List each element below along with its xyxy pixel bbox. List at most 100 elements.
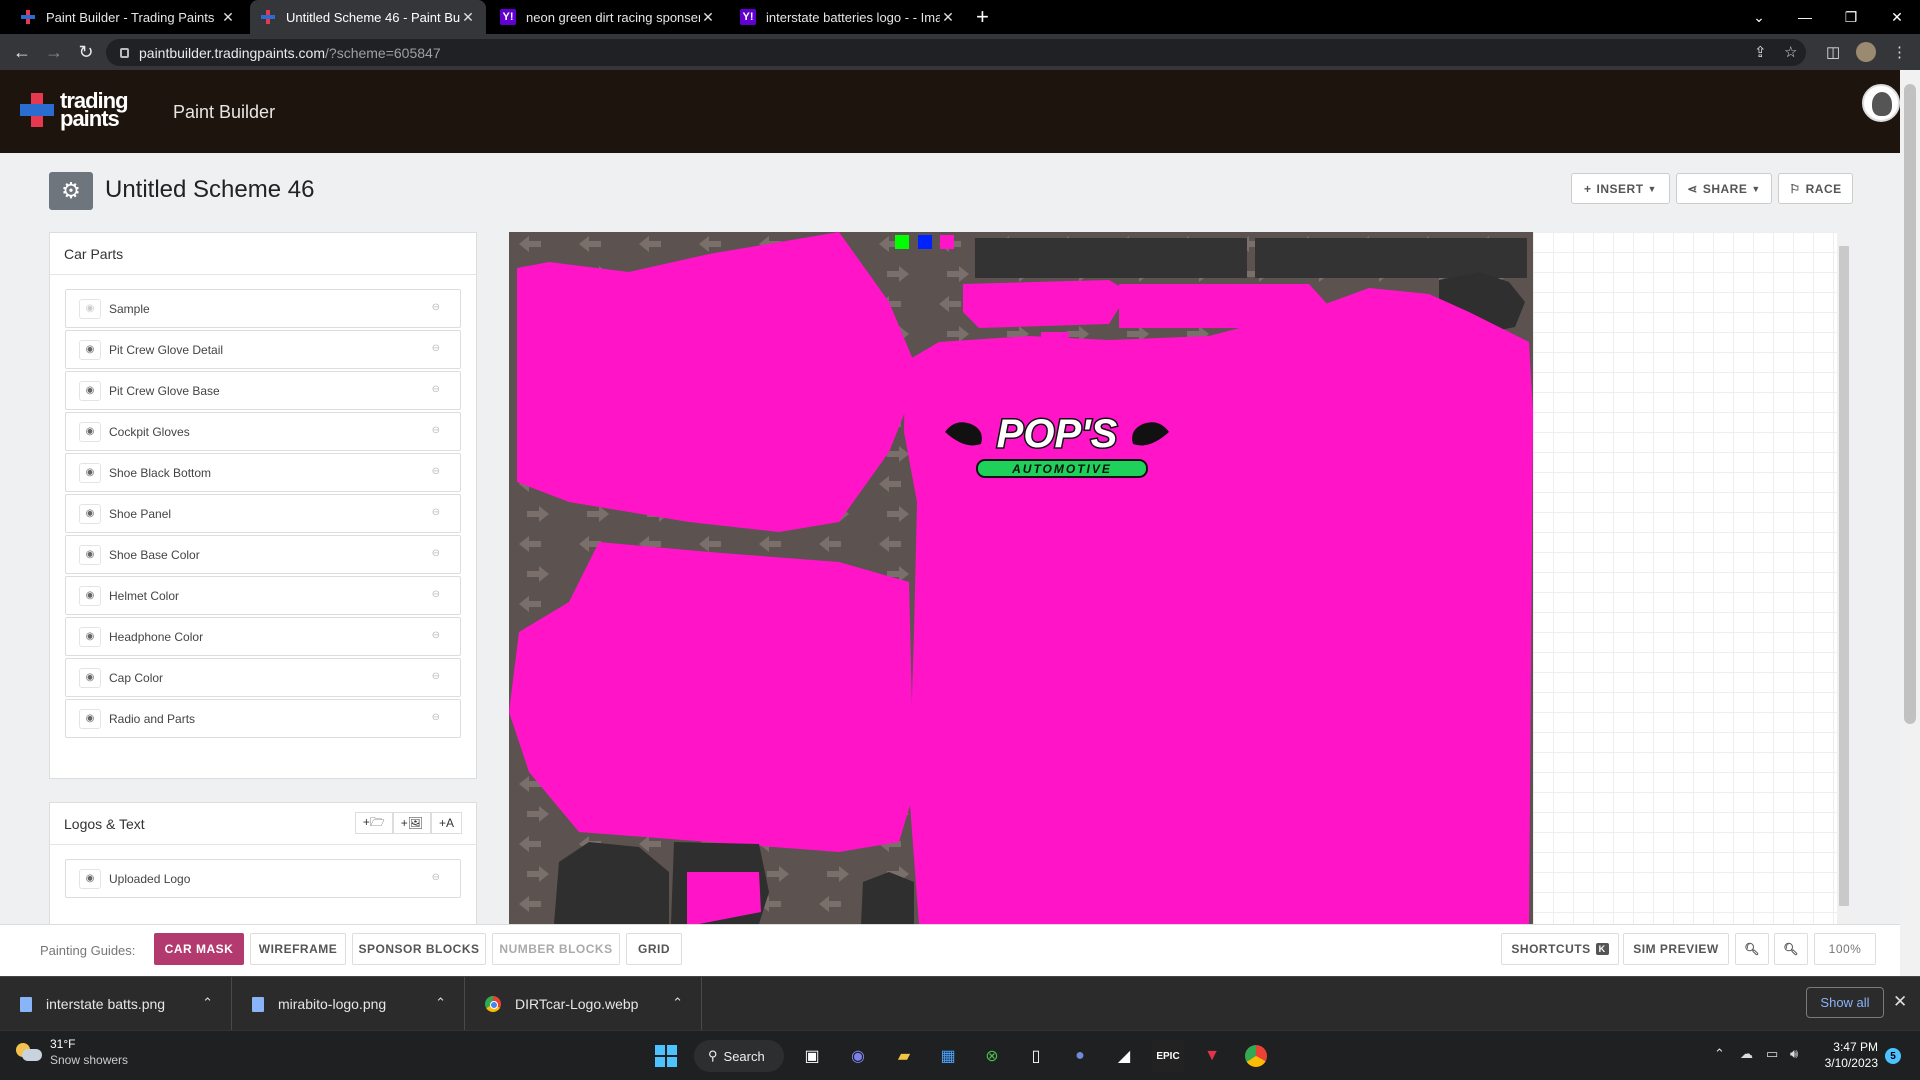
layer-item[interactable]: ◉ Cap Color ⊖ xyxy=(65,658,461,697)
app-icon[interactable]: ◢ xyxy=(1108,1040,1140,1072)
lock-icon[interactable]: ⊖ xyxy=(432,589,440,600)
file-explorer-icon[interactable]: ▰ xyxy=(888,1040,920,1072)
lock-icon[interactable]: ⊖ xyxy=(432,872,440,883)
guide-car-mask-button[interactable]: CAR MASK xyxy=(154,933,244,965)
lock-icon[interactable]: ⊖ xyxy=(432,425,440,436)
iracing-icon[interactable]: ▼ xyxy=(1196,1040,1228,1072)
browser-menu-icon[interactable]: ⋮ xyxy=(1892,43,1907,61)
notification-badge[interactable]: 5 xyxy=(1885,1048,1901,1064)
reload-icon[interactable]: ↻ xyxy=(74,40,98,64)
profile-avatar[interactable] xyxy=(1856,42,1876,62)
user-avatar[interactable] xyxy=(1862,84,1900,122)
layer-item[interactable]: ◉ Helmet Color ⊖ xyxy=(65,576,461,615)
car-template-canvas[interactable]: POP'S AUTOMOTIVE xyxy=(509,232,1533,924)
lock-icon[interactable]: ⊖ xyxy=(432,466,440,477)
layer-item[interactable]: ◉ Pit Crew Glove Detail ⊖ xyxy=(65,330,461,369)
system-clock[interactable]: 3:47 PM 3/10/2023 xyxy=(1822,1039,1878,1071)
lock-icon[interactable]: ⊖ xyxy=(432,302,440,313)
lock-icon[interactable]: ⊖ xyxy=(432,630,440,641)
guide-wireframe-button[interactable]: WIREFRAME xyxy=(250,933,346,965)
download-item[interactable]: interstate batts.png ⌃ xyxy=(0,977,232,1031)
eye-visibility-icon[interactable]: ◉ xyxy=(79,503,101,524)
lock-icon[interactable]: ⊖ xyxy=(432,712,440,723)
guide-number-blocks-button[interactable]: NUMBER BLOCKS xyxy=(492,933,620,965)
onedrive-cloud-icon[interactable]: ☁ xyxy=(1740,1046,1753,1062)
close-downloads-icon[interactable]: ✕ xyxy=(1893,992,1907,1012)
eye-visibility-icon[interactable]: ◉ xyxy=(79,380,101,401)
browser-tab-paint-builder[interactable]: Paint Builder - Trading Paints ✕ xyxy=(10,0,246,34)
lock-icon[interactable]: ⊖ xyxy=(432,384,440,395)
download-item[interactable]: mirabito-logo.png ⌃ xyxy=(232,977,465,1031)
scheme-settings-button[interactable]: ⚙ xyxy=(49,172,93,210)
eye-visibility-icon[interactable]: ◉ xyxy=(79,339,101,360)
layer-item[interactable]: ◉ Shoe Black Bottom ⊖ xyxy=(65,453,461,492)
tray-overflow-chevron-icon[interactable]: ⌃ xyxy=(1714,1046,1725,1062)
close-tab-icon[interactable]: ✕ xyxy=(220,9,236,26)
lock-icon[interactable]: ⊖ xyxy=(432,548,440,559)
browser-tab-untitled-scheme[interactable]: Untitled Scheme 46 - Paint Builder ✕ xyxy=(250,0,486,34)
lock-icon[interactable]: ⊖ xyxy=(432,671,440,682)
add-image-button[interactable]: +🖼 xyxy=(392,812,431,834)
lock-icon[interactable]: ⊖ xyxy=(432,343,440,354)
close-tab-icon[interactable]: ✕ xyxy=(940,9,956,26)
paint-canvas[interactable]: POP'S AUTOMOTIVE xyxy=(509,232,1851,924)
layer-item[interactable]: ◉ Radio and Parts ⊖ xyxy=(65,699,461,738)
eye-visibility-icon[interactable]: ◉ xyxy=(79,667,101,688)
eye-visibility-icon[interactable]: ◉ xyxy=(79,708,101,729)
canvas-scrollbar[interactable] xyxy=(1837,232,1851,924)
layer-item[interactable]: ◉ Shoe Panel ⊖ xyxy=(65,494,461,533)
start-button[interactable] xyxy=(650,1040,682,1072)
discord-icon[interactable]: ● xyxy=(1064,1040,1096,1072)
tab-search-chevron-icon[interactable]: ⌄ xyxy=(1736,0,1782,34)
epic-games-icon[interactable]: EPIC xyxy=(1152,1040,1184,1072)
guide-grid-button[interactable]: GRID xyxy=(626,933,682,965)
close-window-icon[interactable]: ✕ xyxy=(1874,0,1920,34)
eye-visibility-icon[interactable]: ◉ xyxy=(79,585,101,606)
chevron-up-icon[interactable]: ⌃ xyxy=(672,995,683,1011)
xbox-icon[interactable]: ⊗ xyxy=(976,1040,1008,1072)
layer-item[interactable]: ◉ Headphone Color ⊖ xyxy=(65,617,461,656)
share-button[interactable]: ⋖ SHARE ▼ xyxy=(1676,173,1772,204)
shortcuts-button[interactable]: SHORTCUTS K xyxy=(1501,933,1619,965)
layer-item[interactable]: ◉ Shoe Base Color ⊖ xyxy=(65,535,461,574)
lock-icon[interactable]: ⊖ xyxy=(432,507,440,518)
zoom-out-button[interactable]: 🔍︎ xyxy=(1735,933,1769,965)
minimize-icon[interactable]: — xyxy=(1782,0,1828,34)
weather-widget[interactable]: 31°F Snow showers xyxy=(16,1037,128,1067)
add-folder-button[interactable]: +🗁 xyxy=(354,812,393,834)
eye-visibility-icon[interactable]: ◉ xyxy=(79,462,101,483)
eye-visibility-icon[interactable]: ◉ xyxy=(79,626,101,647)
teams-chat-icon[interactable]: ◉ xyxy=(842,1040,874,1072)
microsoft-store-icon[interactable]: ▦ xyxy=(932,1040,964,1072)
url-field[interactable]: paintbuilder.tradingpaints.com/?scheme=6… xyxy=(106,39,1806,66)
browser-tab-interstate[interactable]: Y! interstate batteries logo - - Images … xyxy=(730,0,966,34)
bookmark-star-icon[interactable]: ☆ xyxy=(1784,43,1797,61)
taskbar-search[interactable]: ⚲ Search xyxy=(694,1040,784,1072)
layer-item[interactable]: ◉ Sample ⊖ xyxy=(65,289,461,328)
restore-icon[interactable]: ❐ xyxy=(1828,0,1874,34)
page-scrollbar[interactable] xyxy=(1900,70,1920,976)
chevron-up-icon[interactable]: ⌃ xyxy=(435,995,446,1011)
insert-button[interactable]: + INSERT ▼ xyxy=(1571,173,1670,204)
new-tab-icon[interactable]: + xyxy=(976,4,989,30)
download-item[interactable]: DIRTcar-Logo.webp ⌃ xyxy=(465,977,702,1031)
close-tab-icon[interactable]: ✕ xyxy=(460,9,476,26)
sim-preview-button[interactable]: SIM PREVIEW xyxy=(1623,933,1729,965)
chrome-taskbar-icon[interactable] xyxy=(1240,1040,1272,1072)
eye-visibility-icon[interactable]: ◉ xyxy=(79,421,101,442)
eye-visibility-icon[interactable]: ◉ xyxy=(79,298,101,319)
eye-visibility-icon[interactable]: ◉ xyxy=(79,868,101,889)
layer-item[interactable]: ◉ Pit Crew Glove Base ⊖ xyxy=(65,371,461,410)
side-panel-icon[interactable]: ◫ xyxy=(1826,43,1840,61)
race-button[interactable]: ⚐ RACE xyxy=(1778,173,1853,204)
share-page-icon[interactable]: ⇪ xyxy=(1754,43,1767,61)
chevron-up-icon[interactable]: ⌃ xyxy=(202,995,213,1011)
add-text-button[interactable]: +A xyxy=(430,812,462,834)
browser-tab-neon-green[interactable]: Y! neon green dirt racing sponser logo ✕ xyxy=(490,0,726,34)
volume-icon[interactable]: 🔊︎ xyxy=(1790,1046,1798,1062)
back-arrow-icon[interactable]: ← xyxy=(10,40,34,64)
tradingpaints-logo[interactable]: trading paints xyxy=(20,90,129,130)
close-tab-icon[interactable]: ✕ xyxy=(700,9,716,26)
notepad-icon[interactable]: ▯ xyxy=(1020,1040,1052,1072)
network-icon[interactable]: ▭ xyxy=(1766,1046,1778,1062)
